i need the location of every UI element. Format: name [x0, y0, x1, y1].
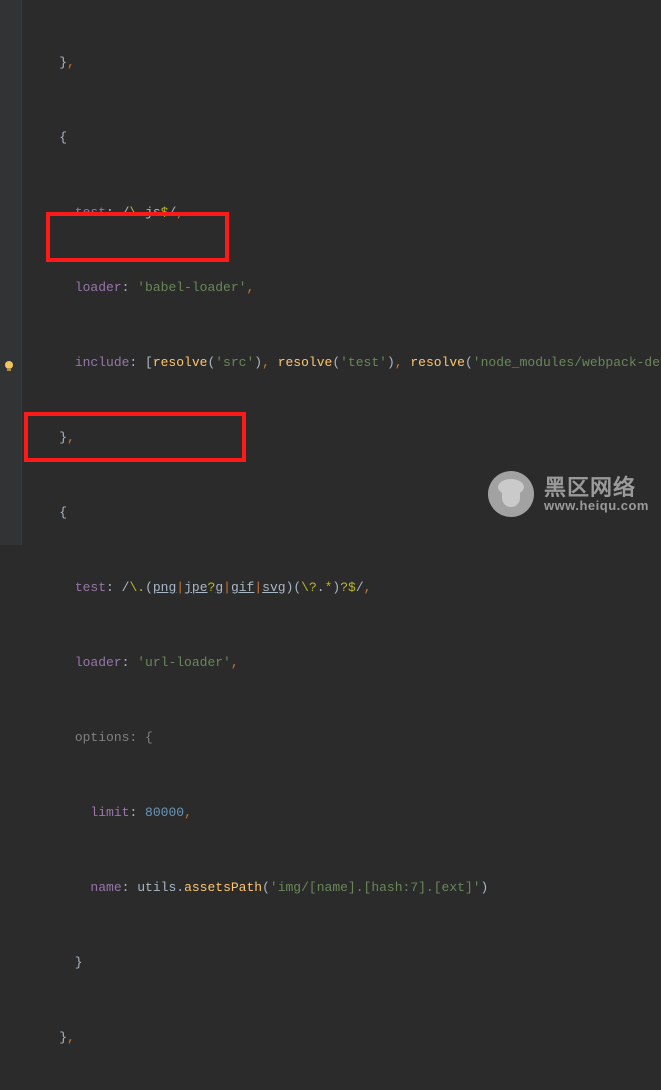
code-line: }	[28, 950, 661, 975]
code-line: {	[28, 125, 661, 150]
prop-key: name	[90, 880, 121, 895]
code-line: options: {	[28, 725, 661, 750]
code-line: },	[28, 425, 661, 450]
string: 'url-loader'	[137, 655, 231, 670]
code-line: limit: 80000,	[28, 800, 661, 825]
prop-key: loader	[75, 280, 122, 295]
watermark: 黑区网络 www.heiqu.com	[488, 471, 649, 517]
prop-key: options	[75, 730, 130, 745]
string: 'babel-loader'	[137, 280, 246, 295]
code-line: loader: 'url-loader',	[28, 650, 661, 675]
editor-gutter	[0, 0, 22, 545]
code-line: loader: 'babel-loader',	[28, 275, 661, 300]
intention-bulb-icon[interactable]	[1, 358, 17, 374]
code-line: include: [resolve('src'), resolve('test'…	[28, 350, 661, 375]
watermark-title: 黑区网络	[544, 476, 649, 499]
prop-key: test	[75, 580, 106, 595]
prop-key: test	[75, 205, 106, 220]
watermark-logo-icon	[488, 471, 534, 517]
prop-key: limit	[90, 805, 129, 820]
code-line: test: /\.(png|jpe?g|gif|svg)(\?.*)?$/,	[28, 575, 661, 600]
prop-key: loader	[75, 655, 122, 670]
code-editor[interactable]: }, { test: /\.js$/, loader: 'babel-loade…	[22, 0, 661, 1090]
code-line: name: utils.assetsPath('img/[name].[hash…	[28, 875, 661, 900]
code-line: },	[28, 50, 661, 75]
code-line: test: /\.js$/,	[28, 200, 661, 225]
watermark-url: www.heiqu.com	[544, 499, 649, 513]
code-line: },	[28, 1025, 661, 1050]
number-literal: 80000	[145, 805, 184, 820]
prop-key: include	[75, 355, 130, 370]
